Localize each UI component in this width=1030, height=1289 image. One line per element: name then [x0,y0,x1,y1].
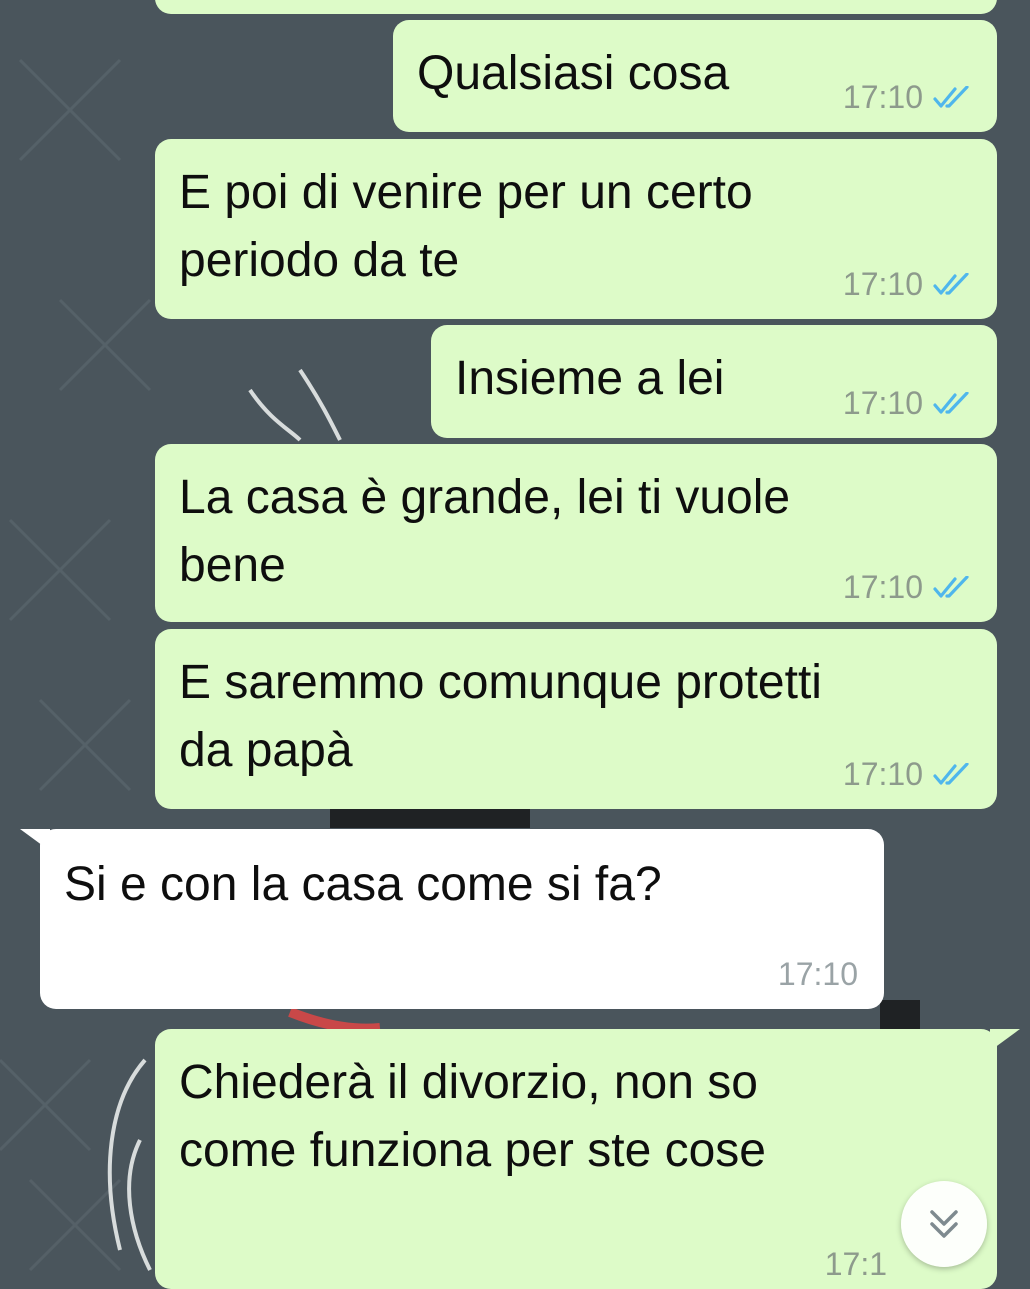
outgoing-message-bubble[interactable]: E poi di venire per un certo periodo da … [155,139,997,319]
message-text: E saremmo comunque protetti da papà [179,656,822,777]
outgoing-message-bubble[interactable]: Insieme a lei 17:10 [431,325,997,438]
message-meta: 17:10 [843,385,973,422]
double-check-icon [933,762,969,785]
incoming-message-bubble[interactable]: Si e con la casa come si fa? 17:10 [40,829,884,1009]
message-meta: 17:10 [778,956,858,993]
message-text: Si e con la casa come si fa? [64,858,662,911]
message-text: Qualsiasi cosa [417,47,730,100]
message-timestamp: 17:10 [777,956,858,992]
message-text: Insieme a lei [455,352,725,405]
message-meta: 17:10 [843,756,973,793]
double-check-icon [933,575,969,598]
message-meta: 17:10 [843,79,973,116]
incoming-bubble-tail [20,829,50,851]
message-text: E poi di venire per un certo periodo da … [179,166,753,287]
message-timestamp: 17:10 [842,385,923,421]
outgoing-bubble-tail [990,1029,1020,1051]
message-timestamp: 17:10 [842,266,923,302]
message-text: Chiederà il divorzio, non so come funzio… [179,1056,766,1177]
message-text: La casa è grande, lei ti vuole bene [179,471,791,592]
double-check-icon [933,85,969,108]
message-timestamp: 17:10 [842,756,923,792]
message-timestamp: 17:10 [842,569,923,605]
scroll-to-bottom-button[interactable] [901,1181,987,1267]
previous-message-edge [155,0,997,14]
outgoing-message-bubble[interactable]: La casa è grande, lei ti vuole bene 17:10 [155,444,997,622]
message-meta: 17:10 [843,266,973,303]
message-timestamp: 17:10 [842,79,923,115]
message-meta: 17:1 [825,1246,887,1283]
double-check-icon [933,272,969,295]
outgoing-message-bubble[interactable]: Chiederà il divorzio, non so come funzio… [155,1029,997,1289]
chevron-double-down-icon [930,1210,958,1238]
message-timestamp: 17:1 [824,1246,887,1282]
outgoing-message-bubble[interactable]: E saremmo comunque protetti da papà 17:10 [155,629,997,809]
outgoing-message-bubble[interactable]: Qualsiasi cosa 17:10 [393,20,997,132]
double-check-icon [933,391,969,414]
message-meta: 17:10 [843,569,973,606]
